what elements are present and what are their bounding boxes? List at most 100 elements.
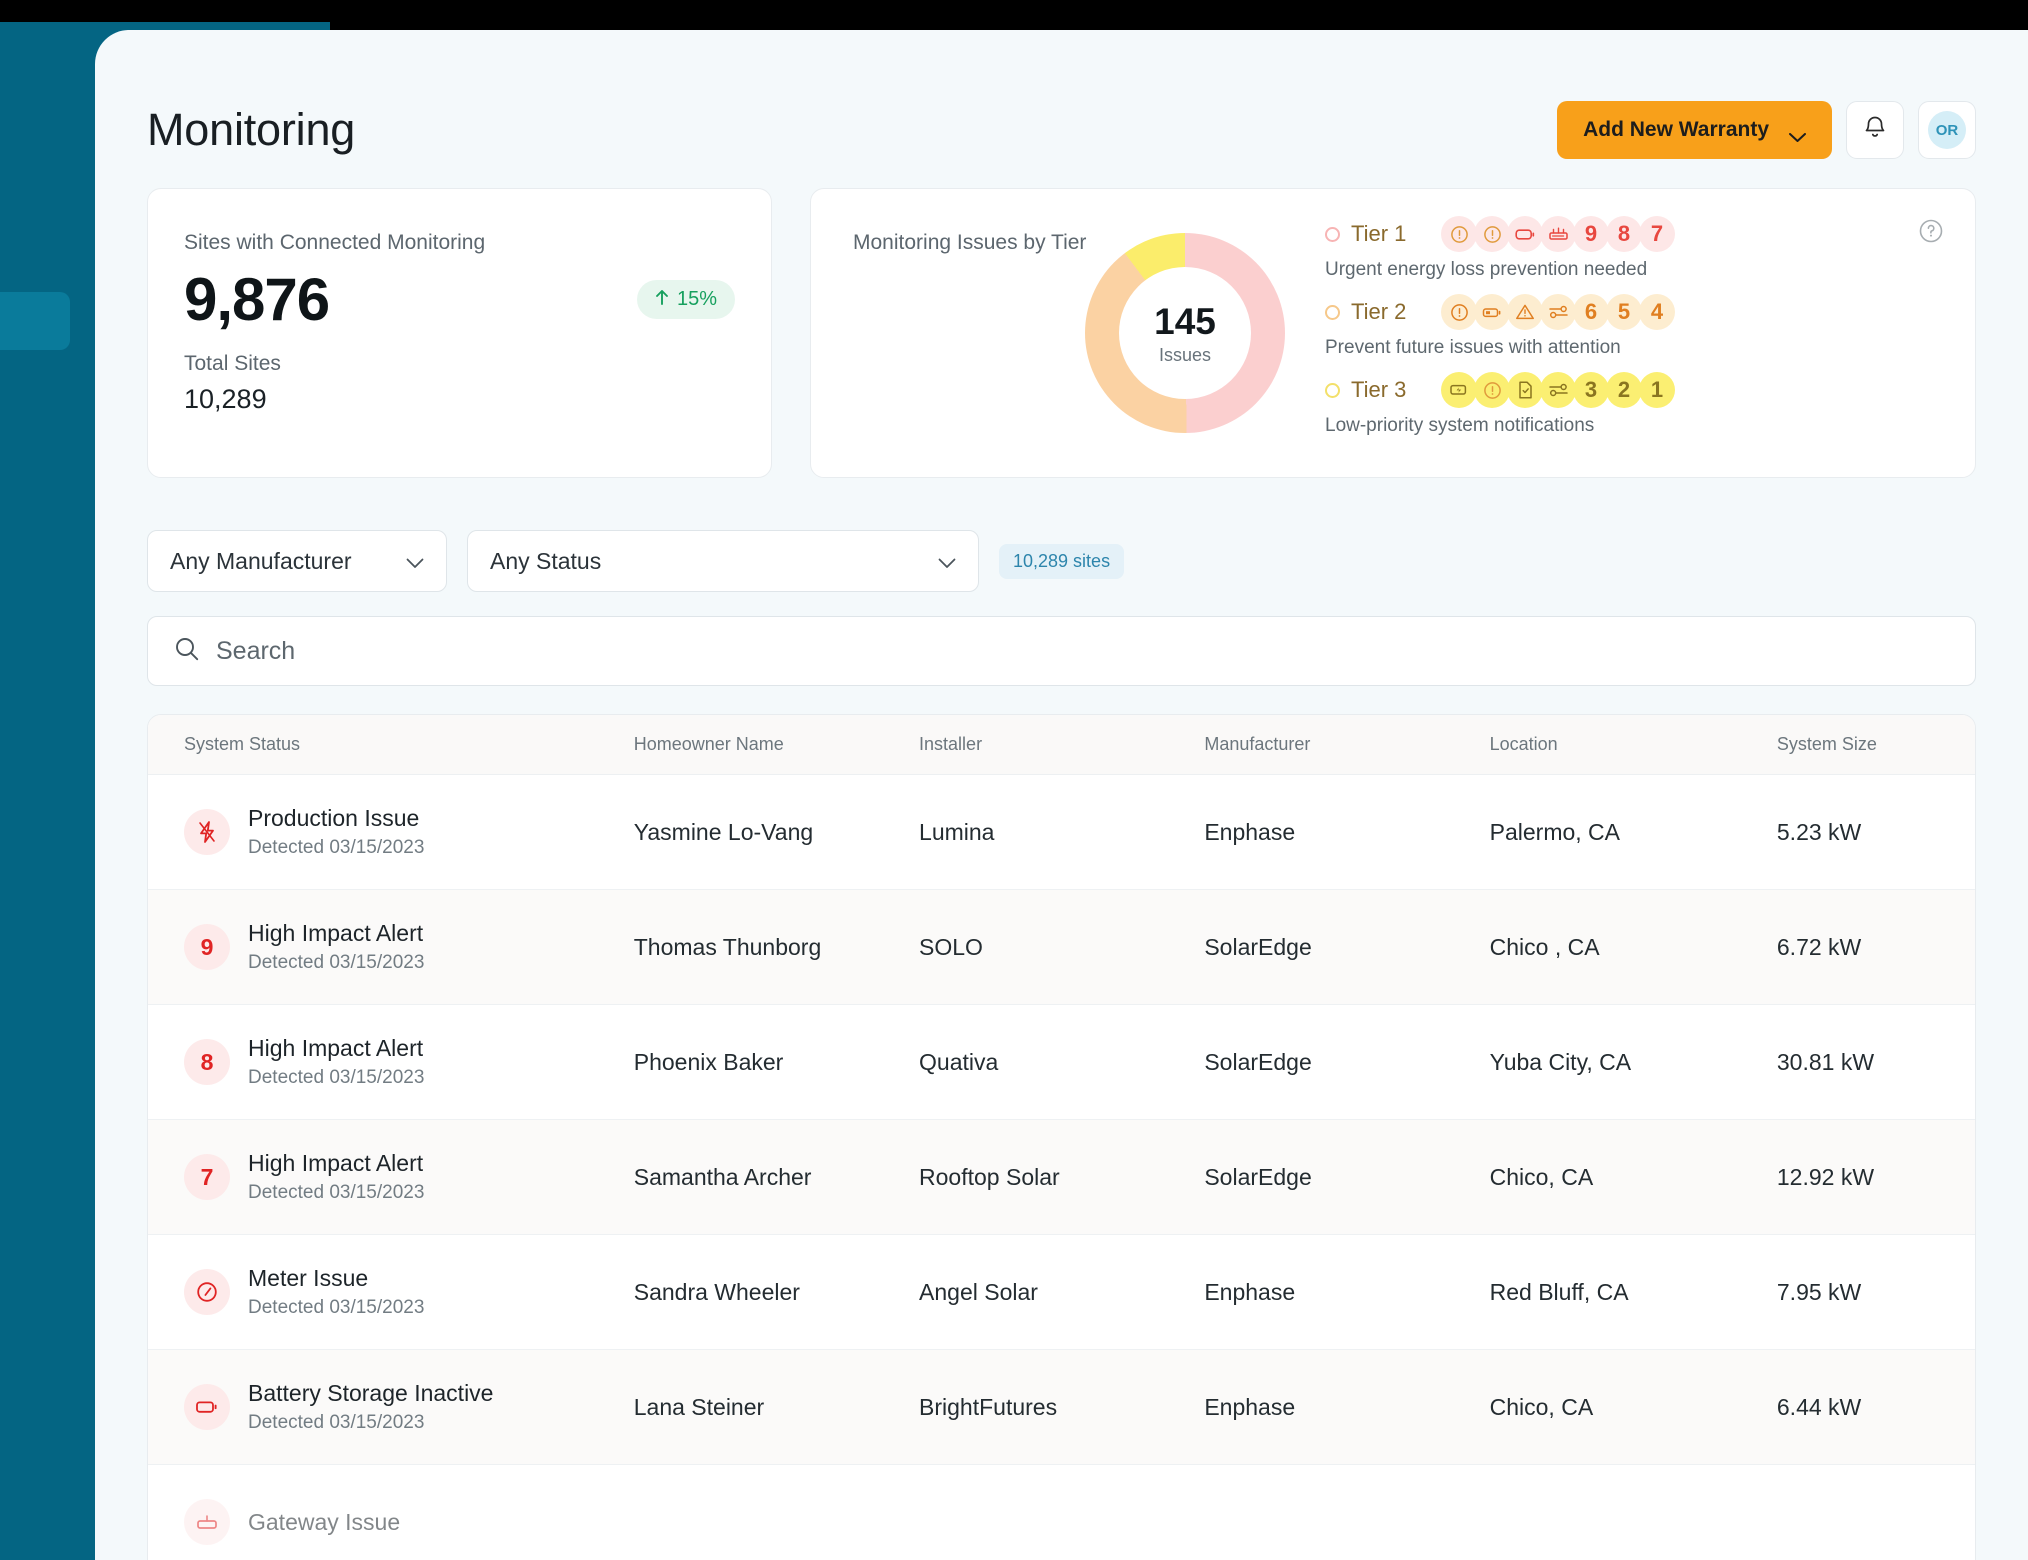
row-manufacturer: SolarEdge: [1204, 1163, 1312, 1190]
sites-count-badge: 10,289 sites: [999, 543, 1125, 579]
row-system-size: 7.95 kW: [1776, 1278, 1862, 1305]
gateway-icon: [184, 1499, 230, 1545]
tier-chip-group: 6 5 4: [1441, 294, 1675, 330]
count-badge: 7: [184, 1154, 230, 1200]
column-header-system-status: System Status: [184, 734, 301, 754]
toggle-icon: [1540, 372, 1576, 408]
total-sites-value: 10,289: [184, 384, 267, 414]
notifications-button[interactable]: [1846, 101, 1904, 159]
alert-circle-icon: [1474, 372, 1510, 408]
manufacturer-filter-label: Any Manufacturer: [170, 547, 352, 574]
row-installer: Lumina: [919, 818, 995, 845]
tier-legend: Tier 1 9 8 7 Urgent energy loss preventi…: [1325, 216, 1675, 450]
tier-label: Tier 3: [1351, 377, 1407, 402]
column-header-installer: Installer: [919, 734, 983, 754]
issues-donut-chart: 145 Issues: [1085, 233, 1285, 433]
document-check-icon: [1507, 372, 1543, 408]
chevron-down-icon: [1789, 125, 1806, 142]
row-status-title: Production Issue: [248, 805, 420, 831]
tier-legend-row[interactable]: Tier 1 9 8 7: [1325, 216, 1675, 252]
sites-with-monitoring-card: Sites with Connected Monitoring 9,876 15…: [147, 188, 772, 478]
row-detected-date: Detected 03/15/2023: [248, 952, 425, 973]
add-new-warranty-button[interactable]: Add New Warranty: [1557, 101, 1832, 159]
tier-count: 7: [1639, 216, 1675, 252]
manufacturer-filter-select[interactable]: Any Manufacturer: [147, 530, 447, 592]
toggle-icon: [1540, 294, 1576, 330]
status-filter-label: Any Status: [490, 547, 602, 574]
tier-description: Prevent future issues with attention: [1325, 337, 1621, 358]
row-status-title: Meter Issue: [248, 1265, 369, 1291]
status-filter-select[interactable]: Any Status: [467, 530, 979, 592]
donut-total-value: 145: [1154, 300, 1216, 342]
arrow-up-icon: [655, 288, 669, 311]
question-circle-icon[interactable]: [1917, 217, 1945, 250]
table-row[interactable]: Production Issue Detected 03/15/2023 Yas…: [148, 775, 1975, 890]
row-status-title: Gateway Issue: [248, 1508, 401, 1535]
tier-count: 8: [1606, 216, 1642, 252]
row-location: Chico, CA: [1489, 1393, 1594, 1420]
row-homeowner: Sandra Wheeler: [633, 1278, 800, 1305]
donut-total-label: Issues: [1158, 344, 1212, 365]
alert-circle-icon: [1441, 294, 1477, 330]
tier-count: 4: [1639, 294, 1675, 330]
tier-label: Tier 2: [1351, 299, 1407, 324]
row-detected-date: Detected 03/15/2023: [248, 837, 425, 858]
tier-legend-row[interactable]: Tier 3 3 2 1: [1325, 372, 1675, 408]
avatar: OR: [1928, 111, 1966, 149]
row-detected-date: Detected 03/15/2023: [248, 1182, 425, 1203]
table-row[interactable]: Meter Issue Detected 03/15/2023 Sandra W…: [148, 1235, 1975, 1350]
row-detected-date: Detected 03/15/2023: [248, 1412, 425, 1433]
header-actions: Add New Warranty OR: [1557, 101, 1976, 159]
tier-count: 2: [1606, 372, 1642, 408]
tier-legend-row[interactable]: Tier 2 6 5 4: [1325, 294, 1675, 330]
row-manufacturer: SolarEdge: [1204, 933, 1312, 960]
table-row[interactable]: Gateway Issue: [148, 1465, 1975, 1560]
column-header-manufacturer: Manufacturer: [1204, 734, 1311, 754]
inverter-icon: [1540, 216, 1576, 252]
tier-color-dot: [1325, 226, 1340, 242]
row-location: Red Bluff, CA: [1489, 1278, 1629, 1305]
row-homeowner: Yasmine Lo-Vang: [633, 818, 814, 845]
issues-card-title: Monitoring Issues by Tier: [853, 231, 1087, 254]
row-location: Yuba City, CA: [1489, 1048, 1632, 1075]
monitoring-table: System Status Homeowner Name Installer M…: [147, 714, 1976, 1560]
tier-chip-group: 9 8 7: [1441, 216, 1675, 252]
tier-color-dot: [1325, 382, 1340, 398]
bell-icon: [1863, 115, 1887, 146]
tier-description: Urgent energy loss prevention needed: [1325, 259, 1648, 280]
row-status-title: High Impact Alert: [248, 920, 424, 946]
sidebar-item-active[interactable]: [0, 292, 70, 350]
row-system-size: 30.81 kW: [1776, 1048, 1875, 1075]
alert-circle-icon: [1441, 216, 1477, 252]
row-location: Palermo, CA: [1489, 818, 1620, 845]
row-installer: Angel Solar: [919, 1278, 1038, 1305]
table-row[interactable]: 9 High Impact Alert Detected 03/15/2023 …: [148, 890, 1975, 1005]
row-system-size: 6.44 kW: [1776, 1393, 1862, 1420]
row-installer: Quativa: [919, 1048, 999, 1075]
row-detected-date: Detected 03/15/2023: [248, 1067, 425, 1088]
row-homeowner: Phoenix Baker: [633, 1048, 784, 1075]
row-homeowner: Lana Steiner: [633, 1393, 765, 1420]
search-bar[interactable]: [147, 616, 1976, 686]
donut-center: 145 Issues: [1119, 267, 1251, 399]
row-system-size: 5.23 kW: [1776, 818, 1862, 845]
summary-cards: Sites with Connected Monitoring 9,876 15…: [147, 188, 1976, 478]
row-manufacturer: SolarEdge: [1204, 1048, 1312, 1075]
tier-count: 1: [1639, 372, 1675, 408]
column-header-system-size: System Size: [1776, 734, 1877, 754]
row-system-size: 6.72 kW: [1776, 933, 1862, 960]
row-homeowner: Thomas Thunborg: [633, 933, 822, 960]
table-row[interactable]: 8 High Impact Alert Detected 03/15/2023 …: [148, 1005, 1975, 1120]
table-row[interactable]: 7 High Impact Alert Detected 03/15/2023 …: [148, 1120, 1975, 1235]
monitoring-issues-card: Monitoring Issues by Tier 145 Issues Tie…: [810, 188, 1976, 478]
user-avatar-button[interactable]: OR: [1918, 101, 1976, 159]
row-manufacturer: Enphase: [1204, 1278, 1296, 1305]
chevron-down-icon: [406, 548, 424, 575]
table-row[interactable]: Battery Storage Inactive Detected 03/15/…: [148, 1350, 1975, 1465]
sites-card-trend-badge: 15%: [636, 280, 735, 319]
search-input[interactable]: [216, 636, 1949, 666]
row-manufacturer: Enphase: [1204, 818, 1296, 845]
column-header-location: Location: [1489, 734, 1558, 754]
count-badge: 8: [184, 1039, 230, 1085]
tier-count: 3: [1573, 372, 1609, 408]
